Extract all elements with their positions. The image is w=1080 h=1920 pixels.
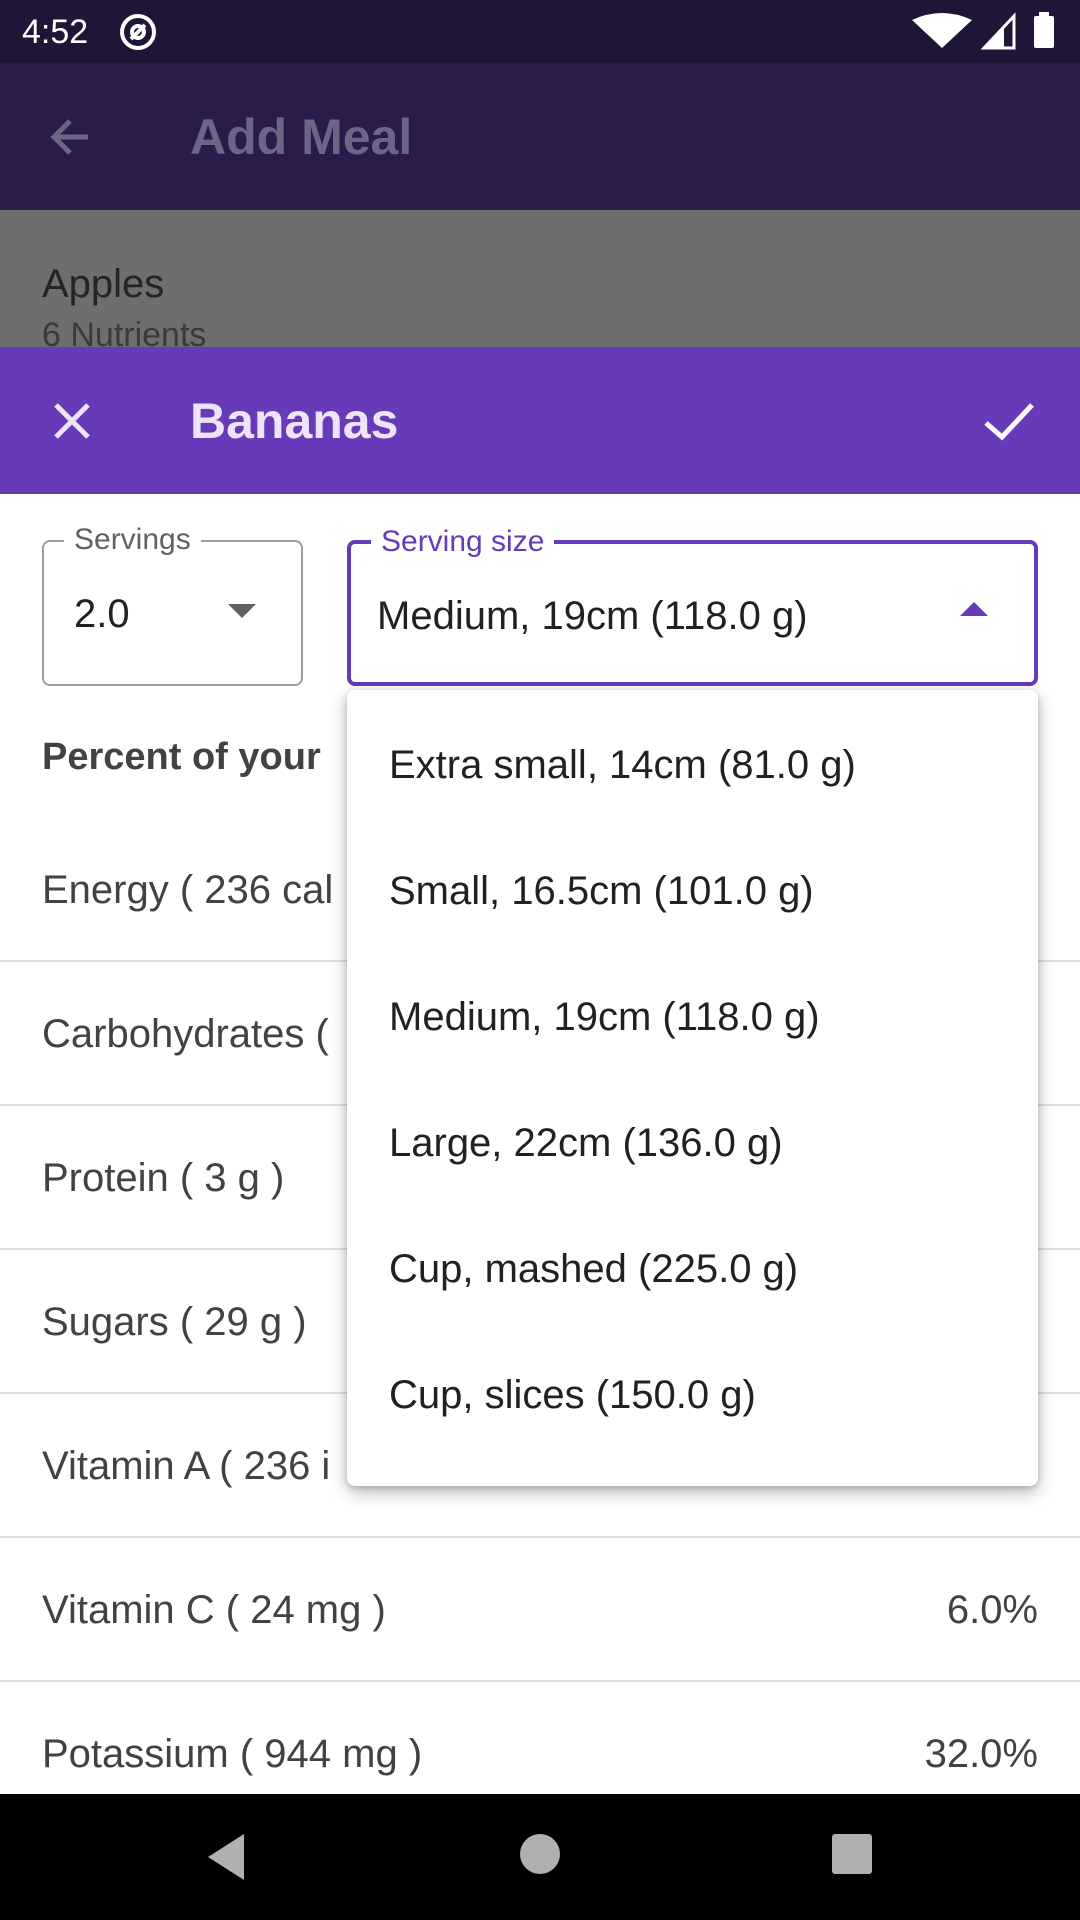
dropdown-option[interactable]: Large, 22cm (136.0 g)	[347, 1080, 1038, 1206]
at-sign-icon	[120, 14, 156, 50]
check-icon[interactable]	[978, 391, 1038, 451]
nutrient-percent: 32.0%	[924, 1732, 1038, 1776]
nutrient-name: Sugars ( 29 g )	[42, 1300, 307, 1344]
section-heading: Percent of your	[42, 736, 321, 778]
dropdown-option[interactable]: Extra small, 14cm (81.0 g)	[347, 702, 1038, 828]
status-bar: 4:52	[0, 0, 1080, 63]
navigation-bar	[0, 1794, 1080, 1920]
nutrient-name: Potassium ( 944 mg )	[42, 1732, 423, 1776]
dropdown-option[interactable]: Small, 16.5cm (101.0 g)	[347, 828, 1038, 954]
serving-size-value[interactable]: Medium, 19cm (118.0 g)	[377, 592, 808, 640]
nav-recents-icon[interactable]	[832, 1834, 872, 1874]
dropdown-option[interactable]: Cup, slices (150.0 g)	[347, 1332, 1038, 1458]
wifi-icon	[912, 13, 972, 48]
dropdown-option[interactable]: Medium, 19cm (118.0 g)	[347, 954, 1038, 1080]
nutrient-name: Vitamin C ( 24 mg )	[42, 1588, 386, 1632]
chevron-up-icon[interactable]	[960, 602, 988, 616]
serving-size-label: Serving size	[371, 524, 555, 560]
list-item-subtitle: 6 Nutrients	[42, 316, 207, 347]
signal-icon	[980, 12, 1016, 50]
dialog-header: Bananas	[0, 347, 1080, 494]
app-bar-title: Add Meal	[190, 109, 413, 165]
nutrient-name: Energy ( 236 cal	[42, 868, 334, 912]
nutrient-name: Vitamin A ( 236 i	[42, 1444, 331, 1488]
arrow-back-icon[interactable]	[42, 107, 102, 167]
list-item-title: Apples	[42, 262, 165, 306]
nav-back-icon[interactable]	[204, 1832, 248, 1882]
nutrient-name: Carbohydrates (	[42, 1012, 329, 1056]
serving-size-field[interactable]: Serving size Medium, 19cm (118.0 g)	[347, 524, 1038, 686]
nutrient-name: Protein ( 3 g )	[42, 1156, 285, 1200]
background-list: Apples 6 Nutrients	[0, 210, 1080, 347]
status-icons	[912, 12, 1054, 50]
nutrient-row: Vitamin C ( 24 mg ) 6.0%	[0, 1538, 1080, 1682]
status-time: 4:52	[22, 13, 89, 51]
nav-home-icon[interactable]	[520, 1834, 560, 1874]
nutrient-percent: 6.0%	[946, 1588, 1038, 1632]
dialog-title: Bananas	[190, 393, 399, 449]
servings-value[interactable]: 2.0	[74, 590, 130, 638]
serving-size-dropdown: Extra small, 14cm (81.0 g) Small, 16.5cm…	[347, 690, 1038, 1486]
chevron-down-icon[interactable]	[228, 604, 256, 618]
servings-field[interactable]: Servings 2.0	[42, 522, 303, 686]
close-icon[interactable]	[42, 391, 102, 451]
servings-label: Servings	[64, 522, 201, 558]
app-bar: Add Meal	[0, 63, 1080, 210]
dropdown-option[interactable]: Cup, mashed (225.0 g)	[347, 1206, 1038, 1332]
battery-icon	[1034, 12, 1054, 48]
